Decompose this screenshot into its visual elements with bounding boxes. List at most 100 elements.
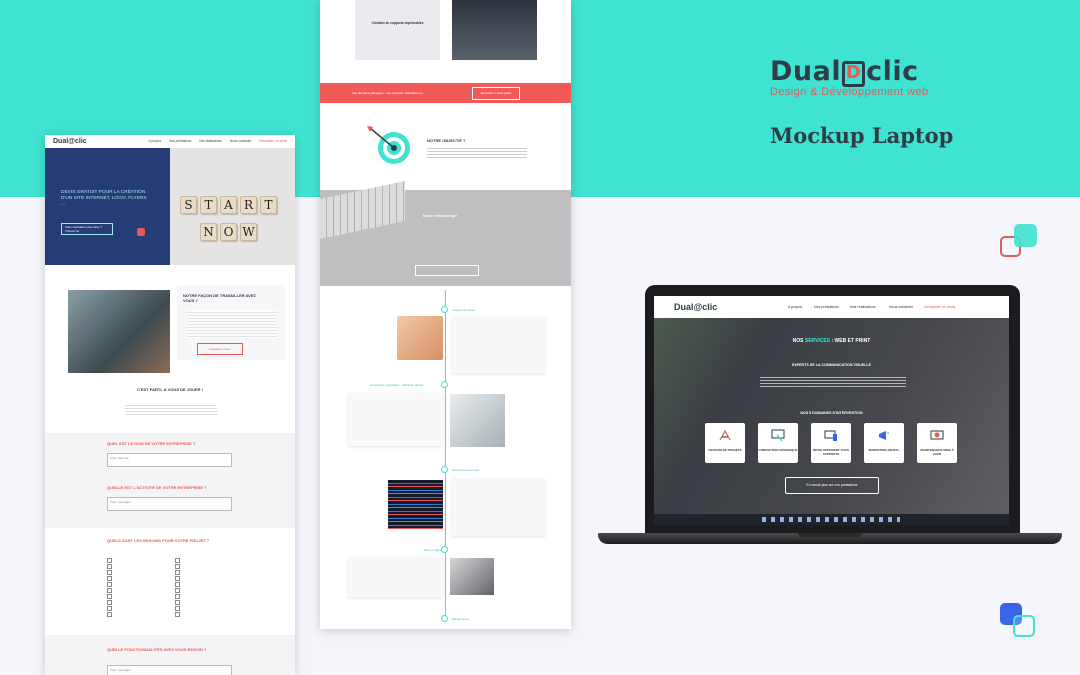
p1-form-band [45,433,295,528]
p1-method-button[interactable]: Contactez-nous ! [197,343,243,355]
keyboard-image [320,180,405,240]
maintenance-icon [930,430,944,440]
megaphone-icon [879,431,889,440]
screen-nav-item[interactable]: Nos réalisations [850,305,876,309]
p1-logo: Dual@clic [53,137,87,145]
screen-cta-button[interactable]: En savoir plus sur nos prestations [785,477,879,494]
p1-nav-item[interactable]: A propos [148,139,161,143]
target-icon [367,126,410,164]
p1-checkbox[interactable] [175,611,237,617]
p2-step-card [452,478,545,536]
p2-top-card-print [355,0,440,60]
letter-tile: N [200,223,217,241]
service-card[interactable]: GESTION DE PROJETS [705,423,745,463]
page-preview-services: Création de supports imprimables Vos don… [320,0,571,629]
p1-nav-item[interactable]: Nos prestations [169,139,191,143]
phone-hand-image [397,316,443,360]
screen-nav-item[interactable]: A propos [788,305,802,309]
service-card[interactable]: MARKETING DIGITAL [864,423,904,463]
laptop-hand-image [450,558,494,595]
p1-method-text [187,310,277,338]
brand-tagline: Design & Développement web [770,86,929,98]
taskbar-icons [762,517,900,522]
p2-cta-button[interactable]: Demander un devis gratuit [472,87,520,100]
brand-block: Dual Dclic Design & Développement web [770,56,928,98]
service-label: MARKETING DIGITAL [868,448,900,452]
letter-tile: T [260,196,277,214]
p1-method-title: Notre façon de travailler avec vous ? [183,293,257,303]
design-pen-icon [771,429,785,442]
screen-nav-item[interactable]: Nos prestations [814,305,839,309]
p2-cta-bar: Vos données partagées : une nouvelle, ré… [320,83,571,103]
page-preview-contact: Dual@clic A propos Nos prestations Nos r… [45,135,295,675]
p2-timeline-label: Développement web [452,468,480,472]
service-card[interactable]: MAINTENANCE MISE À JOUR [917,423,957,463]
laptop-screen: Dual@clic A propos Nos prestations Nos r… [654,296,1009,525]
p1-hero: Devis gratuit pour la création d'un site… [45,148,295,265]
p1-hero-text: Devis gratuit pour la création d'un site… [61,190,147,207]
p1-hero-button[interactable]: Vous souhaitez nous faire ? Trouvez-le [61,223,113,235]
screen-logo: Dual@clic [674,302,718,312]
brand-logo: Dual Dclic [770,56,919,87]
p1-ready-title: C'est parti, à vous de jouer ! [137,387,203,392]
p2-timeline-dot [441,466,448,473]
p2-methodology-banner: Notre méthodologie [320,180,571,286]
p1-nav-item[interactable]: Demander un devis [259,139,287,143]
screen-domains-title: NOS 5 DOMAINES D'INTERVENTION [800,411,863,415]
p2-methodology-button[interactable] [415,265,479,276]
sketch-image [450,394,505,447]
p2-timeline-line [445,290,446,620]
service-card[interactable]: CONCEPTION GRAPHIQUE [758,423,798,463]
p1-checkbox-list [107,557,237,617]
p1-hero-right: S T A R T N O W [170,148,295,265]
p1-hero-left: Devis gratuit pour la création d'un site… [45,148,170,265]
service-label: CONCEPTION GRAPHIQUE [758,448,798,452]
p1-q2-input[interactable]: Votre message [107,497,232,511]
p1-q4-input[interactable]: Votre message [107,665,232,675]
p1-q1-input[interactable]: Votre réponse [107,453,232,467]
p2-timeline-label: Maintenance [452,617,470,621]
p2-step-card [348,557,443,597]
letter-tile: T [200,196,217,214]
screen-intro-text [760,375,906,389]
p1-nav-item[interactable]: Nos réalisations [199,139,222,143]
service-label: MAINTENANCE MISE À JOUR [920,448,954,456]
p2-timeline-dot [441,306,448,313]
cursor-hand-icon [137,228,145,236]
p2-timeline-label: Conception graphique · définition design [370,383,424,387]
screen-subtitle: EXPERTS DE LA COMMUNICATION VISUELLE [791,363,872,367]
devices-icon [824,430,837,441]
deco-square-teal [1014,224,1037,247]
p2-timeline-dot [441,546,448,553]
letter-tile: W [240,223,257,241]
p2-timeline-dot [441,381,448,388]
screen-nav-item[interactable]: Nous contacter [889,305,913,309]
p2-step-card [452,317,545,373]
p1-nav-item[interactable]: Nous contacter [230,139,251,143]
service-label: GESTION DE PROJETS [708,448,742,452]
letter-tile: A [220,196,237,214]
service-card[interactable]: DÉVELOPPEMENT TOUS SUPPORTS [811,423,851,463]
screen-nav-item[interactable]: Demander un devis [924,305,955,309]
p2-timeline-dot [441,615,448,622]
letter-tile: S [180,196,197,214]
laptop-notch [798,533,862,537]
p1-checkbox[interactable] [107,611,169,617]
p2-cta-text: Vos données partagées : une nouvelle, ré… [352,91,426,95]
fist-bump-photo [68,290,170,373]
p2-top-card-print-label: Création de supports imprimables [371,21,424,25]
p1-q3-label: Quels sont les besoins pour votre projet… [107,538,210,543]
service-label: DÉVELOPPEMENT TOUS SUPPORTS [813,448,849,456]
project-icon [719,429,731,441]
p2-objective-title: Notre objectif ? [427,138,466,143]
letter-tile: R [240,196,257,214]
deco-square-teal-outline [1013,615,1035,637]
p1-navbar: Dual@clic A propos Nos prestations Nos r… [45,135,295,147]
p1-q4-label: Quelle fonctionnalités avez-vous besoin … [107,647,207,652]
p2-timeline-label: Mise en ligne [424,548,442,552]
mockup-title: Mockup Laptop [770,123,954,148]
p2-methodology-title: Notre méthodologie [423,214,457,218]
screen-navbar: Dual@clic A propos Nos prestations Nos r… [654,296,1009,318]
p2-step-card [348,393,443,446]
windows-taskbar [654,514,1009,525]
